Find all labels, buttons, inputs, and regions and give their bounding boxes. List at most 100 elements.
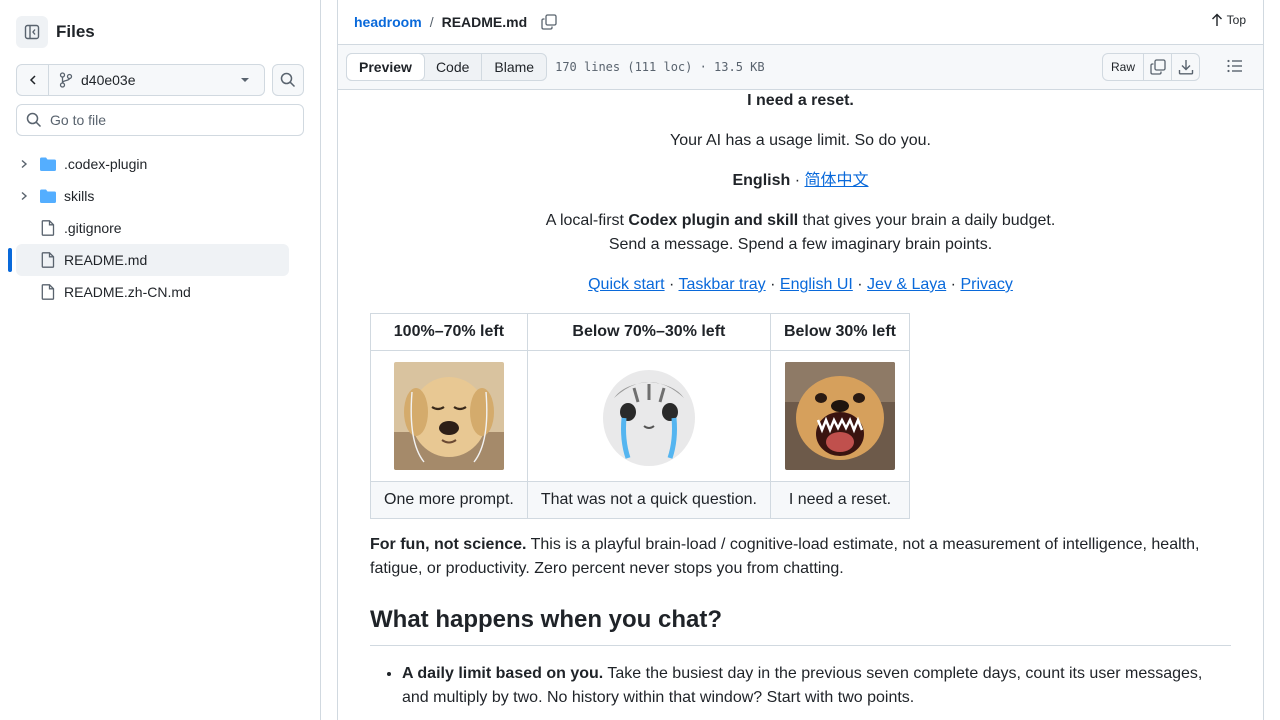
tree-item-label: skills bbox=[64, 188, 95, 204]
link-jev-laya[interactable]: Jev & Laya bbox=[867, 276, 946, 293]
disclaimer: For fun, not science. This is a playful … bbox=[370, 533, 1231, 581]
intro: A local-first Codex plugin and skill tha… bbox=[370, 209, 1231, 257]
table-cell bbox=[526, 350, 771, 482]
file-icon bbox=[41, 220, 55, 236]
brain-load-table: 100%–70% left Below 70%–30% left Below 3… bbox=[370, 313, 910, 519]
sleepy-dog-image bbox=[393, 362, 504, 470]
tree-item-gitignore[interactable]: .gitignore bbox=[16, 212, 304, 244]
download-button[interactable] bbox=[1171, 54, 1199, 80]
table-caption: One more prompt. bbox=[370, 481, 528, 519]
file-actions: Raw bbox=[1102, 53, 1200, 81]
copy-raw-button[interactable] bbox=[1143, 54, 1171, 80]
chevron-right-icon bbox=[21, 191, 28, 201]
section-heading: What happens when you chat? bbox=[370, 605, 1231, 646]
language-switch: English · 简体中文 bbox=[370, 169, 1231, 193]
top-button[interactable]: Top bbox=[1211, 13, 1246, 27]
intro-text-c: that gives your brain a daily budget. bbox=[798, 212, 1056, 229]
breadcrumb-bar: headroom / README.md Top bbox=[338, 0, 1263, 45]
tree-item-label: README.zh-CN.md bbox=[64, 284, 191, 300]
chevron-left-icon bbox=[29, 75, 36, 85]
file-toolbar: Preview Code Blame 170 lines (111 loc) ·… bbox=[338, 45, 1263, 90]
copy-icon bbox=[1149, 59, 1166, 75]
link-english-ui[interactable]: English UI bbox=[780, 276, 853, 293]
raw-button[interactable]: Raw bbox=[1103, 54, 1143, 80]
tab-blame[interactable]: Blame bbox=[481, 54, 546, 80]
link-sep: · bbox=[857, 276, 863, 293]
tree-item-readme[interactable]: README.md bbox=[8, 244, 289, 276]
intro-text-a: A local-first bbox=[545, 212, 629, 229]
tree-item-readme-zh[interactable]: README.zh-CN.md bbox=[16, 276, 304, 308]
sidebar-collapse-icon bbox=[24, 24, 40, 40]
search-icon bbox=[280, 72, 296, 88]
download-icon bbox=[1178, 60, 1193, 75]
outline-button[interactable] bbox=[1227, 59, 1243, 78]
reset-heading: I need a reset. bbox=[747, 92, 854, 109]
feature-list: A daily limit based on you. Take the bus… bbox=[370, 662, 1231, 710]
file-icon bbox=[41, 252, 55, 268]
copy-icon bbox=[541, 14, 557, 30]
tree-item-label: .codex-plugin bbox=[64, 156, 148, 172]
disclaimer-bold: For fun, not science. bbox=[370, 536, 527, 553]
tree-item-skills[interactable]: skills bbox=[16, 180, 304, 212]
link-quick-start[interactable]: Quick start bbox=[588, 276, 664, 293]
lang-current: English bbox=[732, 172, 791, 189]
readme-content: I need a reset. Your AI has a usage limi… bbox=[370, 90, 1231, 710]
search-button[interactable] bbox=[272, 64, 304, 96]
search-icon bbox=[26, 112, 42, 128]
table-caption: I need a reset. bbox=[769, 481, 910, 519]
sidebar-header: Files bbox=[16, 16, 95, 48]
tagline: Your AI has a usage limit. So do you. bbox=[670, 132, 931, 149]
link-privacy[interactable]: Privacy bbox=[960, 276, 1012, 293]
git-branch-icon bbox=[59, 72, 73, 88]
collapse-sidebar-button[interactable] bbox=[16, 16, 48, 48]
file-viewer: headroom / README.md Top Preview Code Bl… bbox=[337, 0, 1264, 720]
back-button[interactable] bbox=[17, 65, 49, 95]
breadcrumb-repo-link[interactable]: headroom bbox=[354, 14, 422, 30]
view-mode-tabs: Preview Code Blame bbox=[346, 53, 548, 81]
link-taskbar-tray[interactable]: Taskbar tray bbox=[679, 276, 766, 293]
intro-text-d: Send a message. Spend a few imaginary br… bbox=[608, 236, 993, 253]
list-unordered-icon bbox=[1227, 59, 1242, 73]
go-to-file-field[interactable] bbox=[16, 104, 304, 136]
go-to-file-input[interactable] bbox=[50, 112, 290, 128]
top-label: Top bbox=[1226, 13, 1246, 27]
tree-item-label: .gitignore bbox=[64, 220, 122, 236]
tab-code[interactable]: Code bbox=[424, 54, 481, 80]
table-cell bbox=[370, 350, 528, 482]
lang-chinese-link[interactable]: 简体中文 bbox=[805, 172, 869, 189]
tree-item-codex-plugin[interactable]: .codex-plugin bbox=[16, 148, 304, 180]
branch-selector[interactable]: d40e03e bbox=[16, 64, 265, 96]
sidebar-title: Files bbox=[56, 22, 95, 41]
intro-bold: Codex plugin and skill bbox=[628, 212, 799, 229]
branch-dropdown[interactable]: d40e03e bbox=[49, 72, 264, 88]
chevron-right-icon bbox=[21, 159, 28, 169]
list-item: A daily limit based on you. Take the bus… bbox=[402, 662, 1231, 710]
arrow-up-icon bbox=[1211, 13, 1222, 26]
tab-preview[interactable]: Preview bbox=[346, 53, 425, 81]
breadcrumb-file: README.md bbox=[441, 14, 528, 30]
table-caption: That was not a quick question. bbox=[526, 481, 771, 519]
tree-item-label: README.md bbox=[64, 252, 148, 268]
file-tree: .codex-plugin skills .gitignore README.m… bbox=[8, 148, 304, 308]
file-sidebar: Files d40e03e .codex-plugin bbox=[0, 0, 321, 720]
table-header: 100%–70% left bbox=[370, 313, 528, 351]
branch-name: d40e03e bbox=[81, 72, 136, 88]
caret-down-icon bbox=[241, 78, 249, 82]
list-item-bold: A daily limit based on you. bbox=[402, 665, 604, 682]
table-header: Below 30% left bbox=[769, 313, 910, 351]
table-header: Below 70%–30% left bbox=[526, 313, 771, 351]
link-sep: · bbox=[669, 276, 675, 293]
table-cell bbox=[769, 350, 910, 482]
copy-path-button[interactable] bbox=[541, 14, 557, 30]
file-icon bbox=[41, 284, 55, 300]
angry-dog-image bbox=[784, 362, 895, 470]
lang-dot: · bbox=[794, 172, 801, 189]
file-info: 170 lines (111 loc) · 13.5 KB bbox=[555, 60, 765, 74]
section-links: Quick start · Taskbar tray · English UI … bbox=[370, 273, 1231, 297]
branch-row: d40e03e bbox=[16, 64, 304, 96]
folder-icon bbox=[40, 157, 56, 171]
breadcrumb-separator: / bbox=[429, 14, 434, 30]
crying-cat-image bbox=[593, 362, 704, 470]
link-sep: · bbox=[950, 276, 956, 293]
folder-icon bbox=[40, 189, 56, 203]
